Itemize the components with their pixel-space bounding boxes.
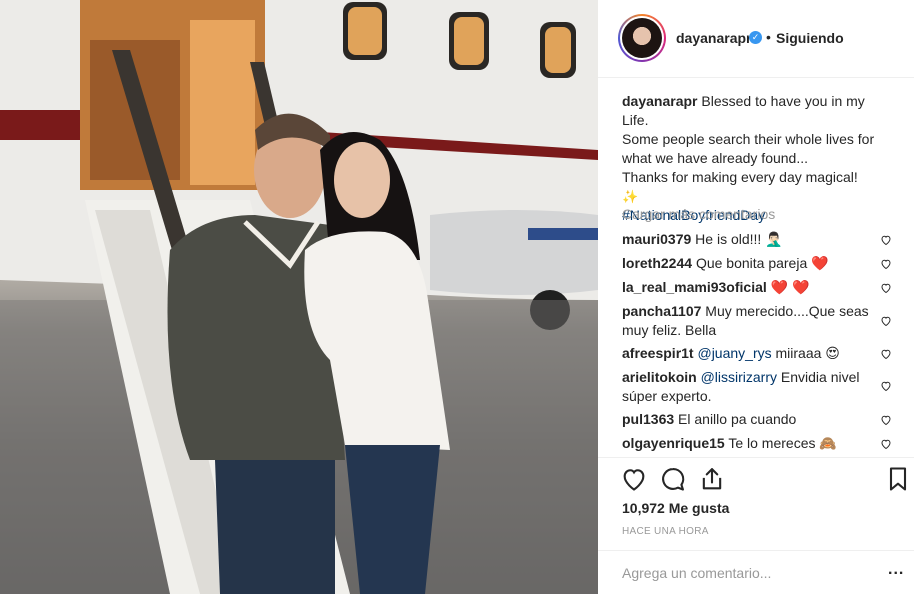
comment-username[interactable]: arielitokoin	[622, 369, 697, 385]
divider	[598, 457, 914, 458]
action-bar	[618, 465, 914, 495]
post-side-panel: dayanarapr ✓ • Siguiendo dayanarapr Bles…	[598, 0, 914, 594]
share-arrow-icon[interactable]	[698, 465, 726, 493]
comment-row: arielitokoin @lissirizarry Envidia nivel…	[622, 368, 878, 406]
comment-username[interactable]: pul1363	[622, 411, 674, 427]
header-separator: •	[766, 29, 771, 45]
caption-username[interactable]: dayanarapr	[622, 93, 697, 109]
comment-row: pul1363 El anillo pa cuando	[622, 410, 878, 429]
caption-line: Some people search their whole lives for	[622, 131, 875, 147]
comment-row: la_real_mami93oficial ❤️ ❤️	[622, 278, 878, 297]
comment-like-heart-icon[interactable]	[880, 282, 892, 294]
comment-username[interactable]: loreth2244	[622, 255, 692, 271]
comment-row: mauri0379 He is old!!! 🤦🏻‍♂️	[622, 230, 878, 249]
caption-line: Thanks for making every day magical!	[622, 169, 858, 185]
comment-like-heart-icon[interactable]	[880, 348, 892, 360]
comment-mention[interactable]: @lissirizarry	[701, 369, 777, 385]
comment-text: El anillo pa cuando	[678, 411, 797, 427]
comment-like-heart-icon[interactable]	[880, 438, 892, 450]
bookmark-icon[interactable]	[884, 465, 912, 493]
speech-bubble-icon[interactable]	[659, 465, 687, 493]
sparkle-emoji: ✨	[622, 189, 639, 204]
comment-text: He is old!!! 🤦🏻‍♂️	[695, 231, 783, 247]
verified-badge-icon: ✓	[749, 31, 762, 44]
post-photo[interactable]	[0, 0, 598, 594]
comment-like-heart-icon[interactable]	[880, 234, 892, 246]
comment-row: pancha1107 Muy merecido....Que seas muy …	[622, 302, 878, 340]
comment-row: olgayenrique15 Te lo mereces 🙈	[622, 434, 878, 453]
caption-line: what we have already found...	[622, 150, 809, 166]
comment-text: ❤️ ❤️	[770, 279, 810, 295]
header-username[interactable]: dayanarapr	[676, 30, 751, 46]
comment-text: Que bonita pareja ❤️	[695, 255, 829, 271]
comment-text: miiraaa 😍	[775, 345, 840, 361]
comment-username[interactable]: olgayenrique15	[622, 435, 725, 451]
comment-username[interactable]: pancha1107	[622, 303, 701, 319]
comment-like-heart-icon[interactable]	[880, 315, 892, 327]
avatar[interactable]	[618, 14, 666, 62]
comment-like-heart-icon[interactable]	[880, 258, 892, 270]
comment-row: loreth2244 Que bonita pareja ❤️	[622, 254, 878, 273]
post-header: dayanarapr ✓ • Siguiendo	[598, 0, 914, 78]
comment-like-heart-icon[interactable]	[880, 380, 892, 392]
comment-mention[interactable]: @juany_rys	[697, 345, 771, 361]
divider	[598, 550, 914, 551]
comment-username[interactable]: mauri0379	[622, 231, 691, 247]
photo-illustration	[0, 0, 598, 594]
comment-username[interactable]: afreespir1t	[622, 345, 694, 361]
avatar-image	[622, 18, 662, 58]
like-count[interactable]: 10,972 Me gusta	[622, 500, 729, 516]
heart-outline-icon[interactable]	[620, 465, 648, 493]
comment-text: Te lo mereces 🙈	[728, 435, 837, 451]
post-timestamp[interactable]: HACE UNA HORA	[622, 526, 709, 537]
load-more-comments-button[interactable]: Cargar más comentarios	[622, 206, 775, 222]
add-comment-input[interactable]: Agrega un comentario...	[622, 565, 771, 581]
comment-row: afreespir1t @juany_rys miiraaa 😍	[622, 344, 878, 363]
more-options-button[interactable]: ...	[888, 561, 904, 579]
comment-like-heart-icon[interactable]	[880, 414, 892, 426]
comment-username[interactable]: la_real_mami93oficial	[622, 279, 767, 295]
follow-status-button[interactable]: Siguiendo	[776, 30, 844, 46]
